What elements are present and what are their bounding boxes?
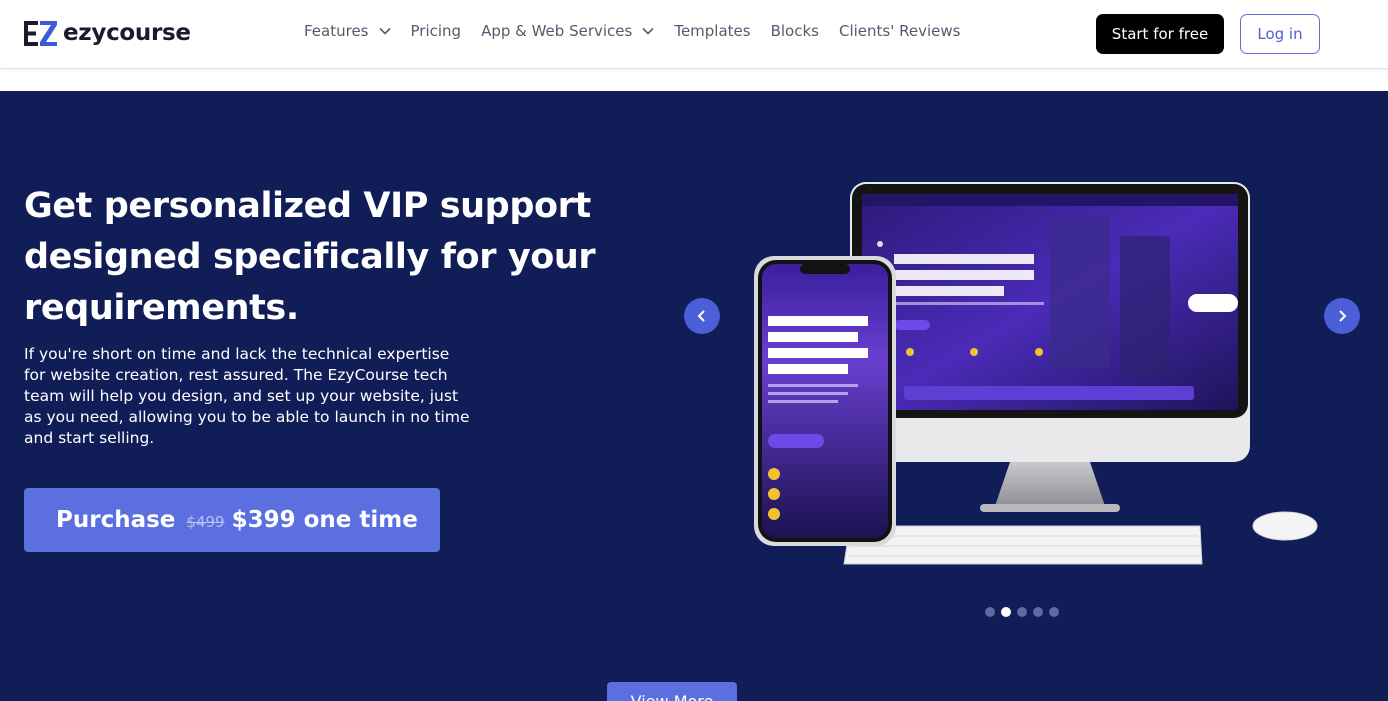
start-for-free-button[interactable]: Start for free	[1096, 14, 1224, 54]
carousel-dots	[985, 607, 1059, 617]
carousel-dot-active[interactable]	[1001, 607, 1011, 617]
chevron-right-icon	[1339, 310, 1347, 322]
nav-app-web-services[interactable]: App & Web Services	[481, 22, 654, 40]
old-price: $499	[186, 513, 225, 531]
nav-clients-reviews-label: Clients' Reviews	[838, 22, 961, 40]
site-header: ezycourse Features Pricing App & Web Ser…	[0, 0, 1388, 69]
nav-features-label: Features	[304, 22, 369, 40]
carousel-prev-button[interactable]	[684, 298, 720, 334]
new-price: $399 one time	[231, 507, 418, 533]
nav-blocks-label: Blocks	[770, 22, 819, 40]
carousel-dot[interactable]	[1049, 607, 1059, 617]
nav-pricing[interactable]: Pricing	[411, 22, 462, 40]
carousel-dot[interactable]	[1017, 607, 1027, 617]
chevron-left-icon	[697, 310, 705, 322]
nav-blocks[interactable]: Blocks	[771, 22, 819, 40]
purchase-label: Purchase	[56, 507, 176, 533]
view-more-button[interactable]: View More	[607, 682, 737, 701]
hero-section: Get personalized VIP support designed sp…	[0, 91, 1388, 701]
carousel-dot[interactable]	[1033, 607, 1043, 617]
login-button[interactable]: Log in	[1240, 14, 1320, 54]
chevron-down-icon	[642, 27, 654, 35]
nav-features[interactable]: Features	[304, 22, 391, 40]
ez-logo-icon	[24, 20, 57, 46]
main-nav: Features Pricing App & Web Services Temp…	[304, 22, 980, 40]
nav-pricing-label: Pricing	[410, 22, 462, 40]
nav-templates[interactable]: Templates	[674, 22, 750, 40]
purchase-button[interactable]: Purchase $499 $399 one time	[24, 488, 440, 552]
device-mockup-image	[754, 182, 1318, 565]
logo-text: ezycourse	[63, 20, 191, 46]
chevron-down-icon	[378, 27, 391, 35]
carousel-dot[interactable]	[985, 607, 995, 617]
nav-clients-reviews[interactable]: Clients' Reviews	[839, 22, 960, 40]
nav-templates-label: Templates	[674, 22, 751, 40]
nav-app-web-services-label: App & Web Services	[481, 22, 633, 40]
hero-title: Get personalized VIP support designed sp…	[24, 186, 596, 328]
logo[interactable]: ezycourse	[24, 20, 191, 46]
hero-description: If you're short on time and lack the tec…	[24, 345, 470, 447]
